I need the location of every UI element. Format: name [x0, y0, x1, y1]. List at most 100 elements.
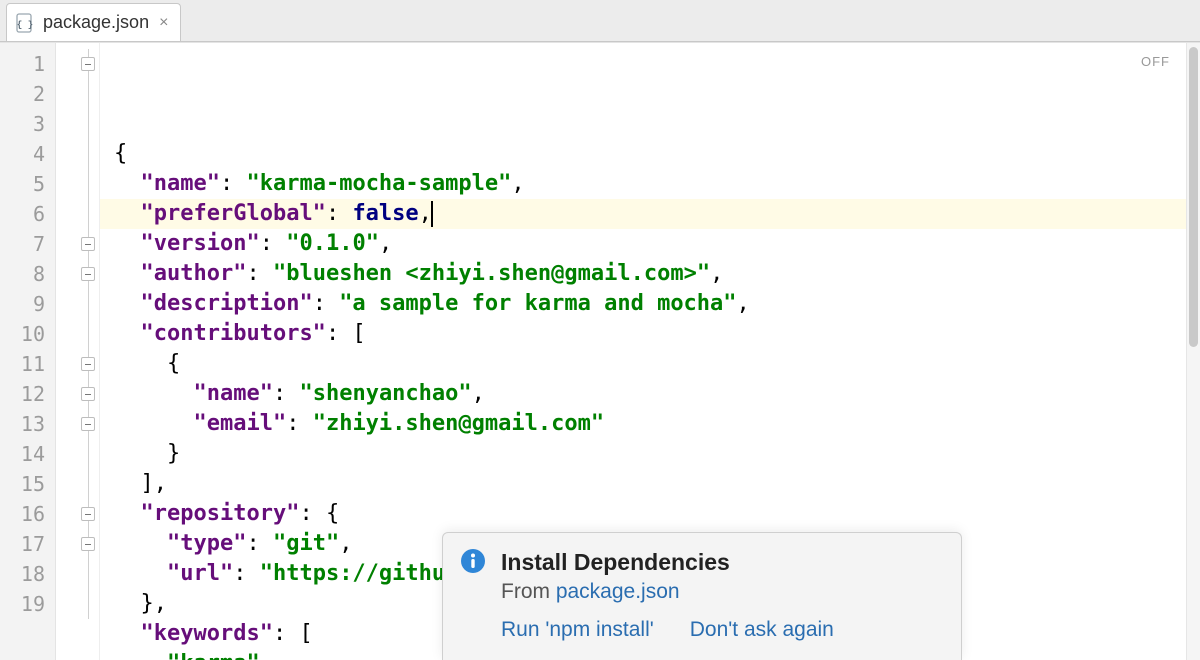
line-number: 9 [0, 289, 55, 319]
token-key: "repository" [141, 501, 300, 526]
token-kw: false [352, 201, 418, 226]
code-line[interactable]: "repository": { [100, 499, 1186, 529]
editor-tab-package-json[interactable]: { } package.json × [6, 3, 181, 41]
notification-from-prefix: From [501, 580, 556, 603]
token-punc: , [339, 531, 352, 556]
token-punc: , [260, 651, 273, 660]
fold-handle[interactable] [81, 57, 95, 71]
tab-bar: { } package.json × [0, 0, 1200, 42]
close-tab-icon[interactable]: × [157, 14, 170, 32]
token-punc: : [ [273, 621, 313, 646]
code-line[interactable]: { [100, 139, 1186, 169]
fold-gutter-row [56, 139, 99, 169]
token-punc: : [220, 171, 247, 196]
token-punc: : [246, 261, 273, 286]
tab-filename: package.json [43, 12, 149, 33]
scrollbar-thumb[interactable] [1189, 47, 1198, 347]
info-icon [459, 547, 487, 575]
dont-ask-again-action[interactable]: Don't ask again [690, 618, 834, 642]
fold-handle[interactable] [81, 237, 95, 251]
inspections-off-badge[interactable]: OFF [1141, 47, 1170, 77]
code-line[interactable]: "preferGlobal": false, [100, 199, 1186, 229]
token-str: "0.1.0" [286, 231, 379, 256]
token-key: "version" [141, 231, 260, 256]
line-number: 5 [0, 169, 55, 199]
fold-gutter-row [56, 169, 99, 199]
line-number: 11 [0, 349, 55, 379]
notification-file-link[interactable]: package.json [556, 580, 680, 603]
fold-handle[interactable] [81, 537, 95, 551]
token-punc: : { [299, 501, 339, 526]
token-key: "preferGlobal" [141, 201, 326, 226]
line-number: 16 [0, 499, 55, 529]
code-line[interactable]: "name": "shenyanchao", [100, 379, 1186, 409]
fold-handle[interactable] [81, 267, 95, 281]
notification-subtitle: From package.json [501, 580, 941, 604]
notification-title: Install Dependencies [501, 549, 941, 576]
token-key: "author" [141, 261, 247, 286]
token-str: "a sample for karma and mocha" [339, 291, 736, 316]
line-number: 2 [0, 79, 55, 109]
code-line[interactable]: "name": "karma-mocha-sample", [100, 169, 1186, 199]
code-line[interactable]: ], [100, 469, 1186, 499]
line-number: 13 [0, 409, 55, 439]
token-punc: : [326, 201, 353, 226]
code-line[interactable]: "author": "blueshen <zhiyi.shen@gmail.co… [100, 259, 1186, 289]
text-caret [431, 201, 433, 227]
line-number: 12 [0, 379, 55, 409]
line-number: 8 [0, 259, 55, 289]
install-dependencies-notification: Install Dependencies From package.json R… [442, 532, 962, 660]
fold-gutter-row [56, 589, 99, 619]
token-punc: , [710, 261, 723, 286]
token-punc: , [737, 291, 750, 316]
fold-handle[interactable] [81, 417, 95, 431]
fold-gutter-row [56, 529, 99, 559]
scrollbar[interactable] [1186, 43, 1200, 660]
code-line[interactable]: "description": "a sample for karma and m… [100, 289, 1186, 319]
token-str: "karma" [167, 651, 260, 660]
token-key: "url" [167, 561, 233, 586]
fold-handle[interactable] [81, 357, 95, 371]
fold-handle[interactable] [81, 387, 95, 401]
fold-gutter-row [56, 379, 99, 409]
token-punc: , [379, 231, 392, 256]
fold-gutter-row [56, 229, 99, 259]
notification-actions: Run 'npm install' Don't ask again [501, 618, 941, 642]
code-line[interactable]: "email": "zhiyi.shen@gmail.com" [100, 409, 1186, 439]
line-number: 4 [0, 139, 55, 169]
token-punc: : [ [326, 321, 366, 346]
token-punc: : [246, 531, 273, 556]
token-key: "name" [141, 171, 220, 196]
fold-gutter-row [56, 559, 99, 589]
token-key: "contributors" [141, 321, 326, 346]
line-number: 19 [0, 589, 55, 619]
run-npm-install-action[interactable]: Run 'npm install' [501, 618, 654, 642]
fold-gutter-row [56, 409, 99, 439]
token-punc: , [511, 171, 524, 196]
token-punc: : [260, 231, 287, 256]
token-punc: : [313, 291, 340, 316]
token-punc: , [472, 381, 485, 406]
fold-gutter-row [56, 79, 99, 109]
code-line[interactable]: { [100, 349, 1186, 379]
token-str: "git" [273, 531, 339, 556]
fold-handle[interactable] [81, 507, 95, 521]
token-punc: : [233, 561, 260, 586]
code-line[interactable]: "contributors": [ [100, 319, 1186, 349]
fold-gutter-row [56, 349, 99, 379]
token-punc: } [167, 441, 180, 466]
token-key: "type" [167, 531, 246, 556]
line-number: 10 [0, 319, 55, 349]
fold-gutter-row [56, 499, 99, 529]
fold-gutter-row [56, 319, 99, 349]
code-line[interactable]: } [100, 439, 1186, 469]
code-line[interactable]: "version": "0.1.0", [100, 229, 1186, 259]
fold-gutter-row [56, 199, 99, 229]
fold-gutter-row [56, 259, 99, 289]
fold-gutter-row [56, 109, 99, 139]
line-number: 17 [0, 529, 55, 559]
line-number: 15 [0, 469, 55, 499]
token-punc: { [114, 141, 127, 166]
token-key: "keywords" [141, 621, 273, 646]
line-number: 3 [0, 109, 55, 139]
